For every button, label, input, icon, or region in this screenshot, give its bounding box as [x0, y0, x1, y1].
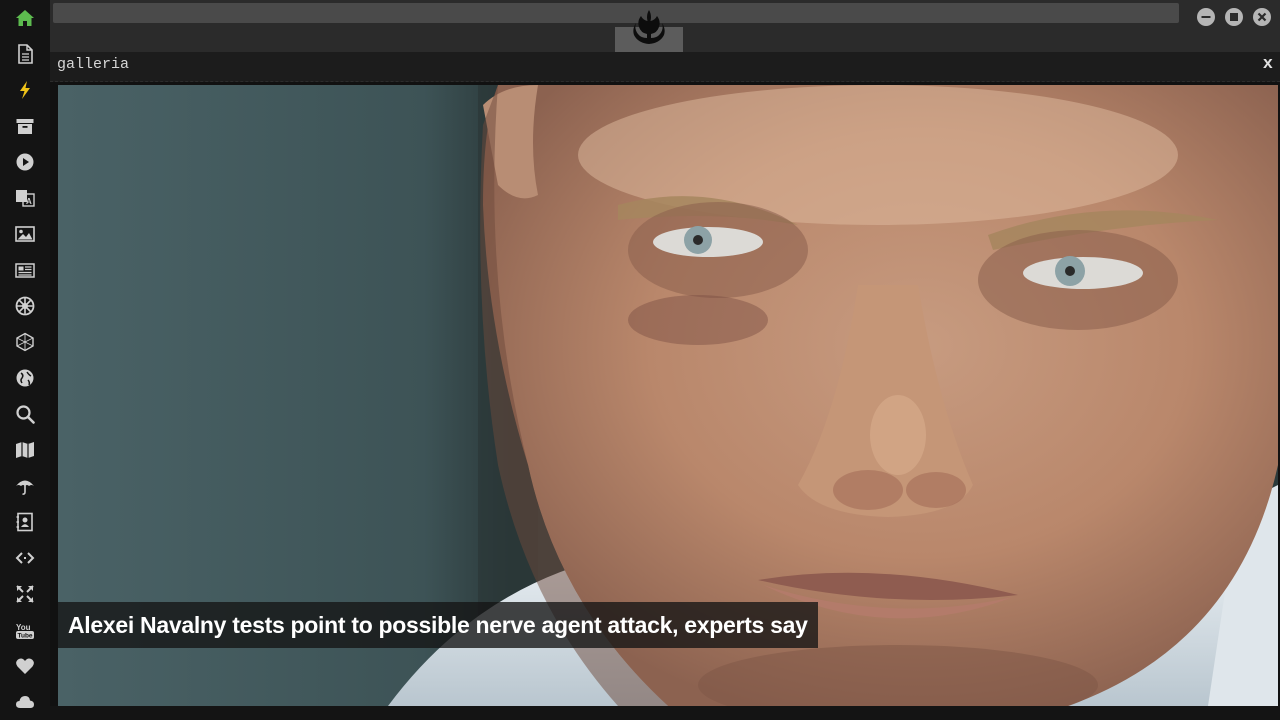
expand-icon[interactable]: [13, 582, 37, 606]
document-icon[interactable]: [13, 42, 37, 66]
lightning-icon[interactable]: [13, 78, 37, 102]
newspaper-icon[interactable]: [13, 258, 37, 282]
panel-footer: [50, 706, 1280, 720]
galactic-empire-icon[interactable]: [13, 294, 37, 318]
svg-text:You: You: [16, 623, 31, 632]
globe-icon[interactable]: [13, 366, 37, 390]
umbrella-icon[interactable]: [13, 474, 37, 498]
gallery-header: galleria x: [50, 52, 1280, 82]
contacts-icon[interactable]: [13, 510, 37, 534]
address-bar[interactable]: [53, 3, 1179, 23]
heart-icon[interactable]: [13, 654, 37, 678]
youtube-icon[interactable]: You Tube: [13, 618, 37, 642]
svg-text:Tube: Tube: [18, 633, 33, 640]
image-icon[interactable]: [13, 222, 37, 246]
gallery-photo[interactable]: Alexei Navalny tests point to possible n…: [58, 85, 1278, 706]
search-icon[interactable]: [13, 402, 37, 426]
top-bar: [50, 0, 1280, 52]
archive-icon[interactable]: [13, 114, 37, 138]
home-icon[interactable]: [13, 6, 37, 30]
svg-text:A: A: [26, 197, 32, 206]
maximize-icon[interactable]: [1225, 8, 1243, 26]
gallery-close-button[interactable]: x: [1263, 55, 1273, 74]
map-icon[interactable]: [13, 438, 37, 462]
gallery-panel: galleria x Alexei Navalny tests point to…: [50, 52, 1280, 720]
cloud-icon[interactable]: [13, 690, 37, 714]
rebel-alliance-icon[interactable]: [628, 6, 670, 48]
gallery-caption: Alexei Navalny tests point to possible n…: [58, 602, 818, 648]
play-icon[interactable]: [13, 150, 37, 174]
gallery-title: galleria: [57, 56, 130, 73]
translate-icon[interactable]: A: [13, 186, 37, 210]
sidebar: A You Tube: [0, 0, 50, 720]
minimize-icon[interactable]: [1197, 8, 1215, 26]
close-icon[interactable]: [1253, 8, 1271, 26]
hexagon-icon[interactable]: [13, 330, 37, 354]
code-icon[interactable]: [13, 546, 37, 570]
